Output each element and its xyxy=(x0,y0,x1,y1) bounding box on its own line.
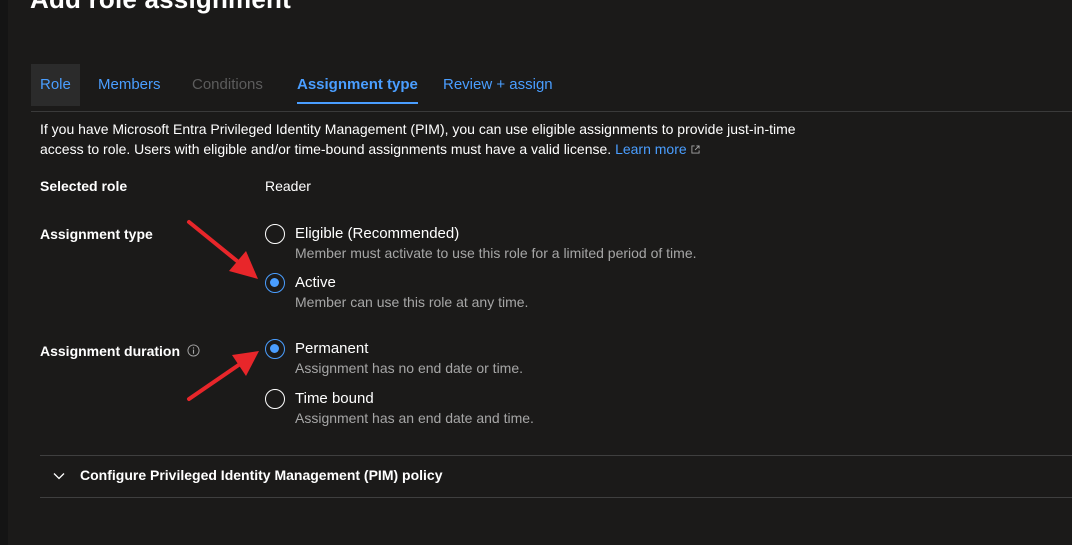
assignment-duration-label-row: Assignment duration xyxy=(40,343,200,359)
time-bound-label: Time bound xyxy=(295,390,374,407)
eligible-label: Eligible (Recommended) xyxy=(295,225,460,242)
selected-role-value: Reader xyxy=(265,178,311,194)
tab-members[interactable]: Members xyxy=(98,64,161,106)
selected-role-label: Selected role xyxy=(40,178,128,194)
permanent-radio[interactable] xyxy=(265,339,285,359)
tab-assignment-type[interactable]: Assignment type xyxy=(297,64,418,106)
page-title: Add role assignment xyxy=(30,0,291,15)
learn-more-link[interactable]: Learn more xyxy=(615,141,700,157)
pim-policy-expander[interactable]: Configure Privileged Identity Management… xyxy=(40,456,1072,496)
tab-bar-divider xyxy=(31,111,1072,112)
assignment-duration-label: Assignment duration xyxy=(40,343,181,359)
pim-section-bottom-divider xyxy=(40,497,1072,498)
pim-policy-label: Configure Privileged Identity Management… xyxy=(80,467,443,483)
active-radio[interactable] xyxy=(265,273,285,293)
active-label: Active xyxy=(295,274,336,291)
tab-conditions: Conditions xyxy=(192,76,263,93)
info-icon[interactable] xyxy=(187,344,200,357)
time-bound-radio[interactable] xyxy=(265,389,285,409)
time-bound-description: Assignment has an end date and time. xyxy=(295,410,534,426)
permanent-label: Permanent xyxy=(295,340,369,357)
pim-info-text: If you have Microsoft Entra Privileged I… xyxy=(40,119,820,159)
annotation-arrow-active xyxy=(187,220,258,279)
chevron-down-icon xyxy=(53,473,65,480)
tab-review-assign[interactable]: Review + assign xyxy=(443,64,553,106)
tab-role[interactable]: Role xyxy=(31,64,80,106)
assignment-type-label: Assignment type xyxy=(40,226,153,242)
eligible-radio[interactable] xyxy=(265,224,285,244)
learn-more-label: Learn more xyxy=(615,141,687,157)
permanent-description: Assignment has no end date or time. xyxy=(295,360,524,376)
active-description: Member can use this role at any time. xyxy=(295,294,529,310)
left-edge xyxy=(0,0,8,545)
eligible-description: Member must activate to use this role fo… xyxy=(295,245,697,261)
external-link-icon xyxy=(691,145,700,154)
